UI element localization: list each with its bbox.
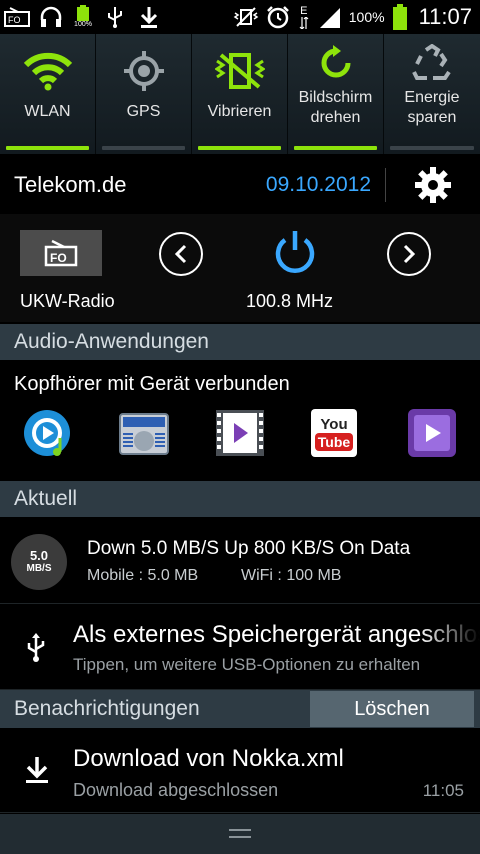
video-player-icon[interactable] (215, 408, 265, 458)
toggle-indicator (198, 146, 281, 150)
battery-small-label: 100% (74, 21, 92, 28)
previous-icon (174, 244, 187, 264)
headphones-icon (38, 5, 64, 29)
clock: 11:07 (418, 4, 472, 29)
quick-settings-toggles: WLAN GPS Vibrieren Bildschirm drehen Ene… (0, 34, 480, 154)
battery-small-icon: 100% (72, 5, 94, 29)
section-header-audio: Audio-Anwendungen (0, 324, 480, 360)
radio-app-icon[interactable] (119, 408, 169, 458)
usb-notification[interactable]: Als externes Speichergerät angeschlossen… (0, 605, 480, 690)
svg-text:FO: FO (50, 251, 67, 265)
toggle-wlan[interactable]: WLAN (0, 34, 96, 154)
notification-title: Down 5.0 MB/S Up 800 KB/S On Data (87, 538, 411, 559)
gear-icon (415, 167, 451, 203)
notification-title: Als externes Speichergerät angeschlossen (73, 621, 480, 648)
section-title: Aktuell (14, 487, 78, 510)
data-usage-notification[interactable]: 5.0 MB/S Down 5.0 MB/S Up 800 KB/S On Da… (0, 518, 480, 604)
next-station-button[interactable] (387, 232, 431, 276)
carrier-row: Telekom.de 09.10.2012 (0, 158, 480, 212)
speed-badge: 5.0 MB/S (11, 534, 67, 590)
radio-icon: FO (4, 5, 30, 29)
edge-network-icon: E (297, 5, 311, 29)
signal-icon (317, 5, 343, 29)
battery-icon (391, 4, 409, 30)
status-bar-right: E 100% 11:07 (233, 4, 480, 30)
radio-icon: FO (44, 239, 78, 267)
toggle-label: GPS (126, 103, 161, 120)
battery-percent: 100% (348, 9, 385, 25)
radio-widget: FO UKW-Radio 100.8 MHz (0, 214, 480, 322)
wifi-icon (23, 46, 73, 96)
headphones-status-text: Kopfhörer mit Gerät verbunden (14, 373, 290, 395)
video-editor-icon[interactable] (407, 408, 457, 458)
mobile-data-usage: Mobile : 5.0 MB (87, 567, 199, 584)
drag-handle-icon (229, 829, 251, 838)
download-icon (136, 5, 162, 29)
power-icon (275, 231, 315, 273)
drag-handle[interactable] (0, 814, 480, 854)
toggle-label: WLAN (24, 103, 71, 120)
speed-badge-value: 5.0 (29, 548, 49, 563)
notification-title: Download von Nokka.xml (73, 745, 344, 772)
status-bar-left: FO 100% (0, 5, 162, 29)
network-label: E (300, 4, 308, 17)
music-player-icon[interactable] (22, 408, 72, 458)
notification-subtitle: Download abgeschlossen (73, 780, 279, 800)
toggle-indicator (294, 146, 377, 150)
recycle-icon (411, 42, 453, 84)
notification-subtitle: Tippen, um weitere USB-Optionen zu erhal… (73, 655, 421, 674)
section-title: Audio-Anwendungen (14, 330, 209, 353)
date: 09.10.2012 (265, 173, 371, 196)
toggle-label: Bildschirm drehen (298, 89, 373, 126)
speed-badge-unit: MB/S (26, 563, 52, 574)
toggle-indicator (390, 146, 474, 150)
youtube-label-tube: Tube (314, 432, 354, 451)
section-header-current: Aktuell (0, 481, 480, 517)
section-title: Benachrichtigungen (14, 697, 200, 720)
mute-vibrate-icon (233, 5, 259, 29)
youtube-label-you: You (320, 415, 348, 433)
gps-icon (122, 46, 166, 96)
toggle-indicator (6, 146, 89, 150)
notification-time: 11:05 (422, 781, 464, 800)
alarm-icon (265, 5, 291, 29)
youtube-icon[interactable]: You Tube (311, 409, 357, 457)
toggle-power-saving[interactable]: Energie sparen (384, 34, 480, 154)
radio-frequency: 100.8 MHz (246, 291, 334, 311)
audio-apps-panel: Kopfhörer mit Gerät verbunden You Tube (0, 362, 480, 480)
previous-station-button[interactable] (159, 232, 203, 276)
section-header-notifications: Benachrichtigungen Löschen (0, 690, 480, 728)
carrier-name: Telekom.de (14, 172, 127, 197)
toggle-rotate[interactable]: Bildschirm drehen (288, 34, 384, 154)
svg-text:FO: FO (8, 15, 21, 25)
usb-icon (25, 633, 47, 668)
next-icon (403, 244, 416, 264)
toggle-gps[interactable]: GPS (96, 34, 192, 154)
download-notification[interactable]: Download von Nokka.xml Download abgeschl… (0, 729, 480, 813)
download-icon (24, 755, 50, 790)
toggle-vibrate[interactable]: Vibrieren (192, 34, 288, 154)
radio-label: UKW-Radio (20, 291, 115, 311)
rotate-icon (317, 42, 355, 84)
status-bar: FO 100% E 100% 11:07 (0, 0, 480, 34)
radio-power-button[interactable] (271, 227, 319, 277)
vibrate-icon (214, 46, 265, 96)
clear-notifications-button[interactable]: Löschen (310, 691, 474, 727)
radio-app-button[interactable]: FO (20, 230, 102, 276)
toggle-label: Energie sparen (404, 89, 460, 126)
toggle-label: Vibrieren (207, 103, 272, 120)
wifi-data-usage: WiFi : 100 MB (241, 567, 342, 584)
toggle-indicator (102, 146, 185, 150)
usb-icon (102, 5, 128, 29)
settings-button[interactable] (386, 158, 480, 212)
fade-overlay (420, 605, 480, 689)
